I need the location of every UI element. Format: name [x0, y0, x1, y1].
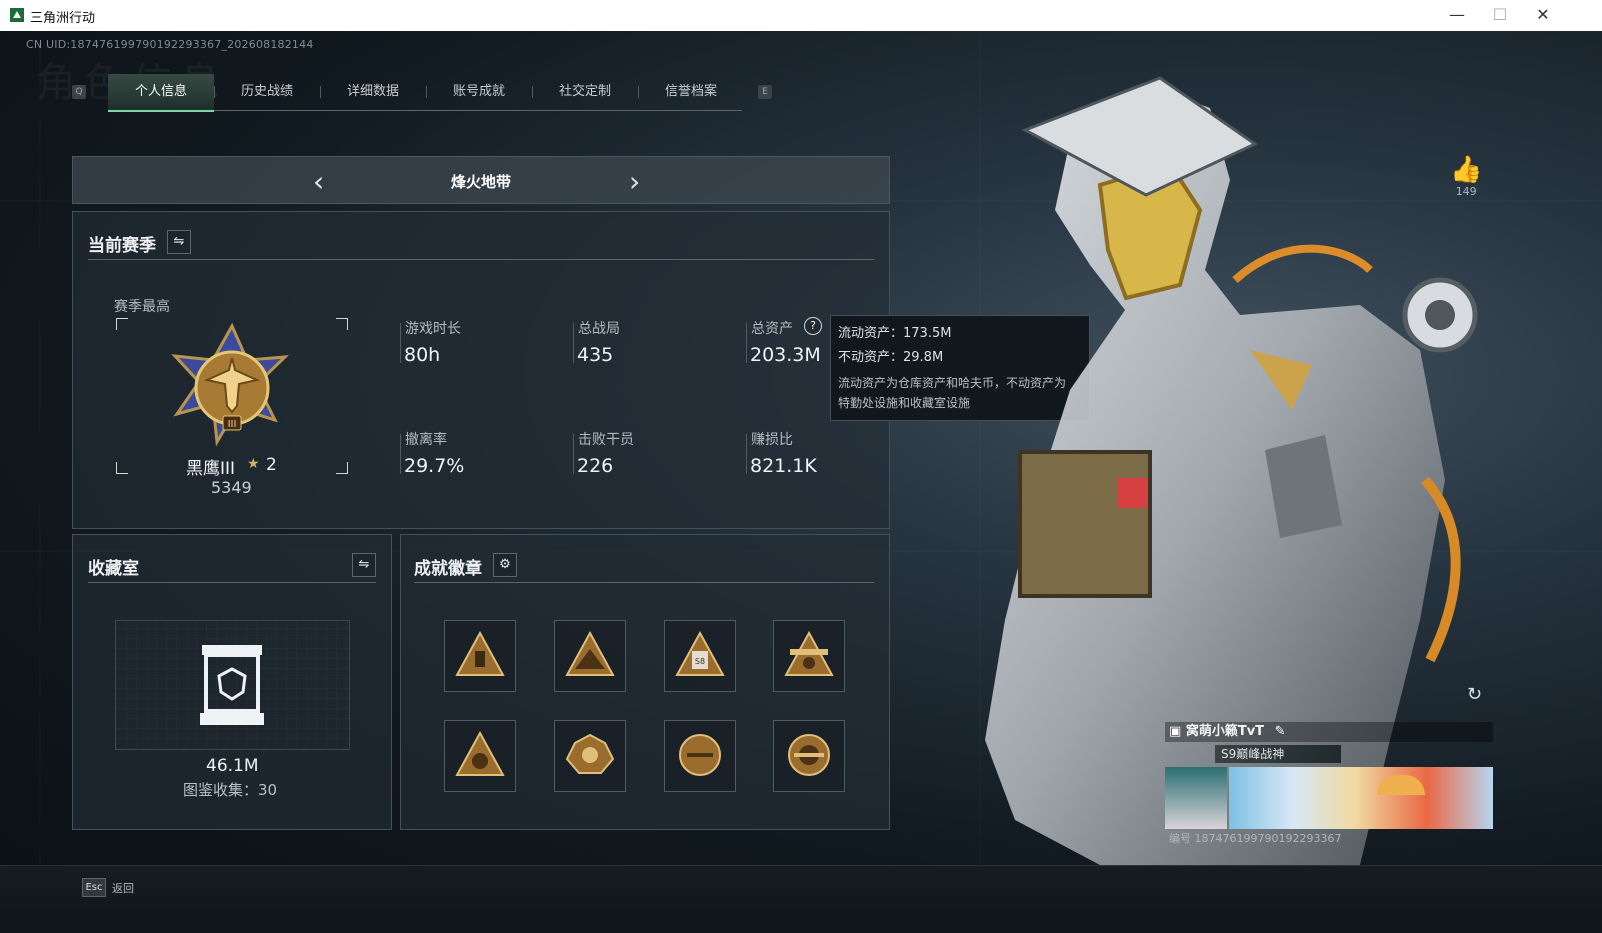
- stat-label: 游戏时长: [405, 321, 461, 337]
- tab-next-key[interactable]: E: [758, 85, 772, 99]
- rank-emblem-icon: III: [171, 322, 290, 447]
- stat-value: 29.7%: [404, 455, 465, 477]
- achievement-badge[interactable]: [554, 720, 626, 792]
- collection-count: 图鉴收集：30: [183, 781, 278, 799]
- rank-score: 5349: [211, 478, 252, 497]
- stat-value: 203.3M: [750, 344, 821, 366]
- tooltip-fixed-assets: 不动资产：29.8M: [838, 350, 944, 365]
- refresh-icon[interactable]: ↻: [1467, 684, 1491, 708]
- map-next-button[interactable]: ›: [629, 165, 640, 198]
- stat-value: 226: [577, 455, 614, 477]
- maximize-button[interactable]: ☐: [1479, 2, 1521, 28]
- minimize-button[interactable]: —: [1436, 2, 1478, 28]
- season-divider: [88, 259, 874, 260]
- collection-switch-icon[interactable]: ⇋: [352, 553, 376, 577]
- tab-social[interactable]: 社交定制: [532, 74, 638, 110]
- help-icon[interactable]: ?: [804, 317, 822, 335]
- achievement-badge[interactable]: [773, 720, 845, 792]
- namecard-banner[interactable]: [1165, 767, 1493, 829]
- season-title: 当前赛季: [88, 236, 156, 256]
- rank-name: 黑鹰III: [186, 459, 236, 479]
- tab-bar: 个人信息 历史战绩 详细数据 账号成就 社交定制 信誉档案: [108, 74, 744, 112]
- frame-corner: [336, 318, 348, 330]
- close-button[interactable]: ✕: [1522, 2, 1564, 28]
- badges-settings-icon[interactable]: ⚙: [493, 553, 517, 577]
- stat-value: 821.1K: [750, 455, 817, 477]
- player-namecard: ▣ 窝萌小籁TvT ✎ S9巅峰战神 编号 187476199790192293…: [1165, 722, 1493, 850]
- stat-value: 435: [577, 344, 614, 366]
- player-id: 编号 187476199790192293367: [1169, 832, 1342, 845]
- thumbs-up-icon[interactable]: 👍: [1450, 155, 1482, 185]
- map-name: 烽火地带: [450, 173, 511, 191]
- season-highest-label: 赛季最高: [114, 299, 170, 315]
- season-switch-icon[interactable]: ⇋: [167, 230, 191, 254]
- svg-text:III: III: [228, 419, 237, 430]
- stat-label: 总资产: [751, 321, 793, 337]
- tab-reputation[interactable]: 信誉档案: [638, 74, 744, 110]
- display-case-icon: [200, 645, 264, 725]
- main-tabs: Q 个人信息 历史战绩 详细数据 账号成就 社交定制 信誉档案 E: [72, 72, 812, 112]
- player-name-bar: ▣ 窝萌小籁TvT ✎: [1165, 722, 1493, 742]
- achievement-badge[interactable]: [664, 720, 736, 792]
- footer-bar: [0, 865, 1602, 933]
- rank-stars: 2: [266, 455, 277, 475]
- achievement-badge[interactable]: S8: [664, 620, 736, 692]
- tab-prev-key[interactable]: Q: [72, 85, 86, 99]
- stat-label: 赚损比: [751, 432, 793, 448]
- player-name: 窝萌小籁TvT: [1185, 724, 1265, 739]
- tab-achievements[interactable]: 账号成就: [426, 74, 532, 110]
- collection-divider: [88, 582, 376, 583]
- frame-corner: [336, 462, 348, 474]
- tooltip-liquid-assets: 流动资产：173.5M: [838, 326, 952, 341]
- achievement-badge[interactable]: [554, 620, 626, 692]
- window-title: 三角洲行动: [30, 11, 96, 26]
- app-logo-icon: [10, 8, 24, 22]
- achievement-badge[interactable]: [444, 720, 516, 792]
- badges-title: 成就徽章: [414, 559, 482, 579]
- player-title: S9巅峰战神: [1215, 745, 1341, 763]
- svg-text:S8: S8: [695, 657, 705, 666]
- window-titlebar: 三角洲行动 — ☐ ✕: [0, 0, 1602, 32]
- escape-key-button[interactable]: Esc: [82, 878, 106, 897]
- badges-divider: [414, 582, 874, 583]
- frame-corner: [116, 318, 128, 330]
- achievement-badge[interactable]: [444, 620, 516, 692]
- like-widget[interactable]: 👍 149: [1450, 155, 1482, 198]
- profile-card-icon: ▣: [1169, 724, 1182, 739]
- stat-value: 80h: [404, 344, 441, 366]
- like-count: 149: [1455, 185, 1477, 198]
- stat-label: 撤离率: [405, 432, 447, 448]
- map-selector: ‹ 烽火地带 ›: [72, 156, 890, 204]
- edit-name-icon[interactable]: ✎: [1275, 724, 1286, 739]
- tab-details[interactable]: 详细数据: [320, 74, 426, 110]
- collection-value: 46.1M: [206, 756, 259, 776]
- tab-personal-info[interactable]: 个人信息: [108, 74, 214, 112]
- collection-title: 收藏室: [88, 559, 139, 579]
- stat-label: 总战局: [578, 321, 620, 337]
- tab-history[interactable]: 历史战绩: [214, 74, 320, 110]
- star-icon: ★: [247, 456, 260, 472]
- achievement-badge[interactable]: [773, 620, 845, 692]
- stat-label: 击败干员: [578, 432, 634, 448]
- back-link[interactable]: 返回: [112, 880, 134, 896]
- frame-corner: [116, 462, 128, 474]
